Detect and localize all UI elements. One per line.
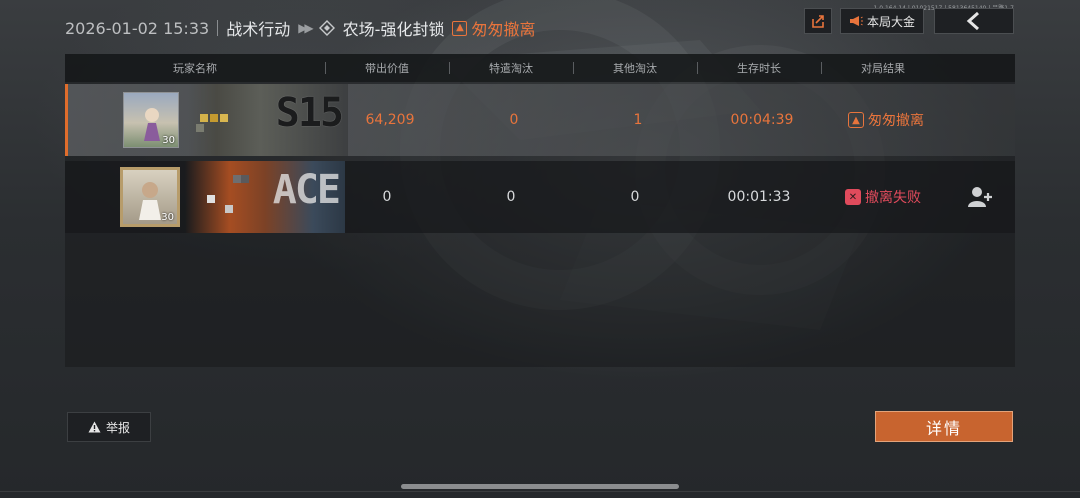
home-indicator[interactable]	[401, 484, 679, 489]
map-name: 农场-强化封锁	[342, 20, 445, 39]
player-result-label: 匆匆撤离	[868, 113, 924, 129]
add-friend-icon[interactable]	[967, 185, 993, 209]
col-special-kills: 特遣淘汰	[489, 62, 533, 75]
col-player-name: 玩家名称	[173, 62, 217, 75]
table-row[interactable]: S15 30 64,209 0 1 00:04:39 ▲ 匆匆撤离	[65, 84, 1015, 156]
player-level: 30	[161, 212, 174, 223]
player-result: ✕ 撤离失败	[845, 161, 921, 233]
table-header: 玩家名称 带出价值 特遣淘汰 其他淘汰 生存时长 对局结果	[65, 54, 1015, 82]
report-button[interactable]: 举报	[67, 412, 151, 442]
scoreboard-table: 玩家名称 带出价值 特遣淘汰 其他淘汰 生存时长 对局结果 S15 30 64,…	[65, 54, 1015, 367]
pixelated-name-block	[196, 124, 204, 132]
match-datetime: 2026-01-02 15:33	[65, 18, 210, 38]
extracted-value: 0	[382, 189, 392, 205]
back-button[interactable]	[934, 8, 1014, 34]
other-kills: 0	[630, 189, 640, 205]
banner-tag: S15	[275, 90, 344, 136]
table-row[interactable]: ACE 30 0 0 0 00:01:33 ✕ 撤离失败	[65, 161, 1015, 233]
survival-time: 00:04:39	[730, 112, 794, 128]
header-divider	[217, 20, 219, 36]
pixelated-name-block	[207, 195, 215, 203]
player-result: ▲ 匆匆撤离	[848, 84, 924, 156]
report-label: 举报	[105, 420, 130, 435]
warning-icon: ▲	[452, 20, 468, 36]
match-result-label: 匆匆撤离	[471, 20, 536, 39]
match-fund-label: 本局大金	[866, 14, 915, 29]
special-kills: 0	[506, 189, 516, 205]
warning-icon	[88, 421, 101, 433]
survival-time: 00:01:33	[727, 189, 791, 205]
bottom-divider	[0, 491, 1080, 492]
col-value: 带出价值	[365, 62, 409, 75]
col-divider	[573, 62, 574, 74]
col-result: 对局结果	[861, 62, 905, 75]
warning-icon: ▲	[848, 112, 864, 128]
megaphone-icon	[849, 16, 863, 26]
col-survival: 生存时长	[737, 62, 781, 75]
chevron-left-icon	[966, 11, 979, 31]
player-result-label: 撤离失败	[865, 190, 921, 206]
fail-icon: ✕	[845, 189, 861, 205]
pixelated-name-block	[233, 175, 241, 183]
share-icon	[812, 15, 824, 28]
avatar[interactable]: 30	[123, 92, 179, 148]
game-mode: 战术行动	[226, 20, 291, 39]
col-divider	[449, 62, 450, 74]
other-kills: 1	[633, 112, 643, 128]
player-level: 30	[162, 135, 175, 146]
col-other-kills: 其他淘汰	[613, 62, 657, 75]
banner-tag: ACE	[272, 167, 341, 213]
map-diamond-icon	[318, 20, 335, 36]
details-label: 详情	[925, 418, 962, 438]
match-fund-button[interactable]: 本局大金	[840, 8, 924, 34]
player-banner: S15	[188, 84, 348, 156]
col-divider	[325, 62, 326, 74]
pixelated-name-block	[210, 114, 218, 122]
chevron-right-icon: ▶▶	[298, 21, 314, 35]
pixelated-name-block	[241, 175, 249, 183]
player-banner: ACE	[185, 161, 345, 233]
match-result: ▲ 匆匆撤离	[452, 16, 535, 40]
pixelated-name-block	[220, 114, 228, 122]
extracted-value: 64,209	[365, 112, 415, 128]
col-divider	[821, 62, 822, 74]
match-header: 2026-01-02 15:33 战术行动 ▶▶ 农场-强化封锁 ▲ 匆匆撤离	[65, 14, 535, 42]
avatar[interactable]: 30	[120, 167, 180, 227]
pixelated-name-block	[200, 114, 208, 122]
col-divider	[697, 62, 698, 74]
share-button[interactable]	[804, 8, 832, 34]
pixelated-name-block	[225, 205, 233, 213]
special-kills: 0	[509, 112, 519, 128]
details-button[interactable]: 详情	[875, 411, 1013, 442]
